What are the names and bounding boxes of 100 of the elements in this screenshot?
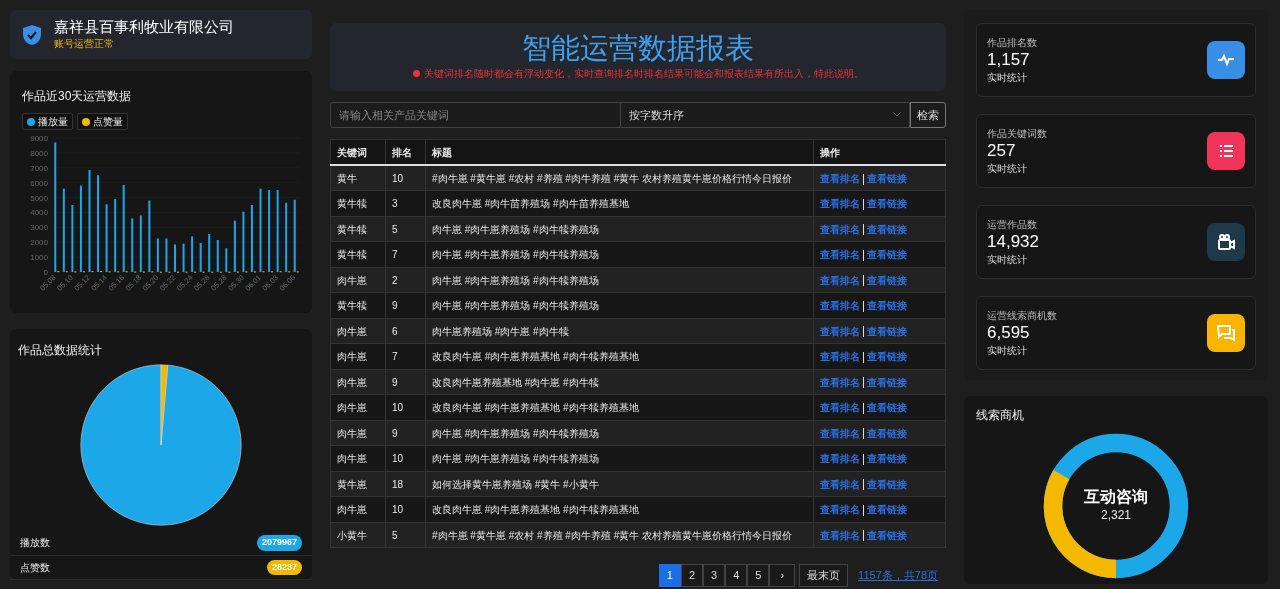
table-cell: 肉牛崽	[330, 267, 386, 293]
table-cell: 小黄牛	[330, 522, 386, 548]
table-cell: 肉牛崽	[330, 420, 386, 446]
page-button[interactable]: 2	[680, 564, 704, 587]
action-link[interactable]: 查看排名	[820, 351, 860, 363]
page-button[interactable]: 1	[658, 564, 681, 587]
table-cell: 肉牛崽	[330, 343, 386, 370]
action-link[interactable]: 查看排名	[820, 300, 860, 312]
action-link[interactable]: 查看排名	[820, 376, 860, 388]
y-tick-label: 3000	[30, 223, 48, 233]
action-link[interactable]: 查看排名	[820, 402, 860, 414]
table-cell: #肉牛崽 #黄牛崽 #农村 #养殖 #肉牛养殖 #黄牛 农村养殖黄牛崽价格行情今日报价	[425, 522, 814, 548]
metric-note: 实时统计	[987, 252, 1028, 267]
y-tick-label: 6000	[30, 178, 48, 188]
caret-icon	[893, 112, 901, 118]
next-page-button[interactable]: ›	[769, 564, 796, 587]
chart-title: 作品近30天运营数据	[22, 88, 133, 105]
table-cell: 肉牛崽 #肉牛崽养殖场 #肉牛犊养殖场	[425, 241, 814, 268]
action-link[interactable]: 查看排名	[820, 529, 860, 541]
action-link[interactable]: 查看排名	[820, 427, 860, 439]
metric-value: 1,157	[987, 50, 1031, 71]
table-cell: 肉牛崽养殖场 #肉牛崽 #肉牛犊	[425, 318, 814, 344]
company-name: 嘉祥县百事利牧业有限公司	[54, 18, 234, 36]
action-link[interactable]: 查看排名	[820, 198, 860, 210]
metric-label: 作品关键词数	[987, 127, 1047, 142]
action-link[interactable]: 查看链接	[867, 223, 907, 235]
y-tick-label: 5000	[30, 193, 48, 203]
action-link[interactable]: 查看链接	[867, 198, 907, 210]
action-link[interactable]: 查看排名	[820, 478, 860, 490]
y-tick-label: 7000	[30, 163, 48, 173]
keyword-search-field[interactable]: 请输入相关产品关键词	[330, 101, 621, 128]
page-button[interactable]: 5	[747, 564, 770, 587]
action-link[interactable]: 查看链接	[867, 478, 907, 490]
table-cell: #肉牛崽 #黄牛崽 #农村 #养殖 #肉牛养殖 #黄牛 农村养殖黄牛崽价格行情今日报价	[425, 165, 814, 191]
action-link[interactable]: 查看链接	[867, 274, 907, 286]
account-status: 账号运营正常	[54, 37, 115, 51]
table-cell: 肉牛崽	[330, 318, 386, 344]
action-link[interactable]: 查看排名	[820, 274, 860, 286]
action-link[interactable]: 查看排名	[820, 504, 860, 516]
table-cell: 改良肉牛崽 #肉牛苗养殖场 #肉牛苗养殖基地	[425, 190, 814, 217]
y-tick-label: 2000	[30, 238, 48, 248]
table-cell: 肉牛崽	[330, 394, 386, 421]
metric-label: 运营线索商机数	[987, 309, 1057, 324]
table-cell: 如何选择黄牛崽养殖场 #黄牛 #小黄牛	[425, 471, 814, 497]
metric-note: 实时统计	[987, 343, 1028, 358]
report-title: 智能运营数据报表	[521, 31, 755, 66]
legend-item[interactable]: 点赞量	[77, 113, 128, 130]
page-button[interactable]: 3	[703, 564, 726, 587]
action-link[interactable]: 查看链接	[867, 351, 907, 363]
table-cell: 改良肉牛崽 #肉牛崽养殖基地 #肉牛犊养殖基地	[425, 394, 814, 421]
table-cell: 肉牛崽 #肉牛崽养殖场 #肉牛犊养殖场	[425, 216, 814, 242]
table-cell: 黄牛	[330, 165, 386, 191]
action-link[interactable]: 查看排名	[820, 249, 860, 261]
page-summary-link[interactable]: 1157条，共78页	[858, 567, 938, 584]
table-cell: 改良肉牛崽养殖基地 #肉牛崽 #肉牛犊	[425, 369, 814, 395]
action-link[interactable]: 查看链接	[867, 402, 907, 414]
chart-title: 线索商机	[976, 407, 1025, 424]
search-button[interactable]: 检索	[910, 101, 946, 128]
metric-note: 实时统计	[987, 70, 1028, 85]
column-header: 操作	[813, 139, 946, 166]
table-cell: 肉牛崽 #肉牛崽养殖场 #肉牛犊养殖场	[425, 445, 814, 472]
metric-note: 实时统计	[987, 161, 1028, 176]
table-cell: 改良肉牛崽 #肉牛崽养殖基地 #肉牛犊养殖基地	[425, 343, 814, 370]
action-link[interactable]: 查看排名	[820, 223, 860, 235]
legend-item[interactable]: 播放量	[22, 113, 73, 130]
action-link[interactable]: 查看链接	[867, 427, 907, 439]
table-cell: 黄牛犊	[330, 241, 386, 268]
action-link[interactable]: 查看链接	[867, 453, 907, 465]
action-link[interactable]: 查看链接	[867, 376, 907, 388]
action-link[interactable]: 查看链接	[867, 172, 907, 184]
donut-center-label: 互动咨询	[1084, 488, 1148, 506]
stat-label: 播放数	[20, 536, 50, 551]
y-tick-label: 9000	[30, 134, 48, 143]
metric-label: 作品排名数	[987, 36, 1037, 51]
metric-value: 14,932	[987, 232, 1039, 253]
action-link[interactable]: 查看链接	[867, 325, 907, 337]
column-header: 标题	[425, 139, 814, 166]
column-header: 关键词	[330, 139, 386, 166]
table-cell: 改良肉牛崽 #肉牛崽养殖基地 #肉牛犊养殖基地	[425, 496, 814, 523]
count-badge: 2079967	[256, 535, 302, 551]
action-link[interactable]: 查看链接	[867, 300, 907, 312]
count-badge: 28237	[266, 559, 302, 575]
action-link[interactable]: 查看排名	[820, 172, 860, 184]
action-link[interactable]: 查看排名	[820, 325, 860, 337]
table-cell: 肉牛崽	[330, 369, 386, 395]
table-cell: 黄牛犊	[330, 292, 386, 319]
last-page-button[interactable]: 最末页	[799, 564, 849, 587]
y-tick-label: 8000	[30, 148, 48, 158]
metric-label: 运营作品数	[987, 218, 1038, 233]
table-cell: 黄牛崽	[330, 471, 386, 497]
notice-text: 关键词排名随时都会有浮动变化，实时查询排名时排名结果可能会和报表结果有所出入，特此说明。	[423, 66, 864, 81]
action-link[interactable]: 查看链接	[867, 504, 907, 516]
table-cell: 黄牛犊	[330, 190, 386, 217]
sort-dropdown[interactable]: 按字数升序	[620, 101, 910, 128]
table-cell: 肉牛崽	[330, 496, 386, 523]
action-link[interactable]: 查看链接	[867, 249, 907, 261]
table-cell: 肉牛崽 #肉牛崽养殖场 #肉牛犊养殖场	[425, 267, 814, 293]
action-link[interactable]: 查看排名	[820, 453, 860, 465]
page-button[interactable]: 4	[725, 564, 748, 587]
action-link[interactable]: 查看链接	[867, 529, 907, 541]
